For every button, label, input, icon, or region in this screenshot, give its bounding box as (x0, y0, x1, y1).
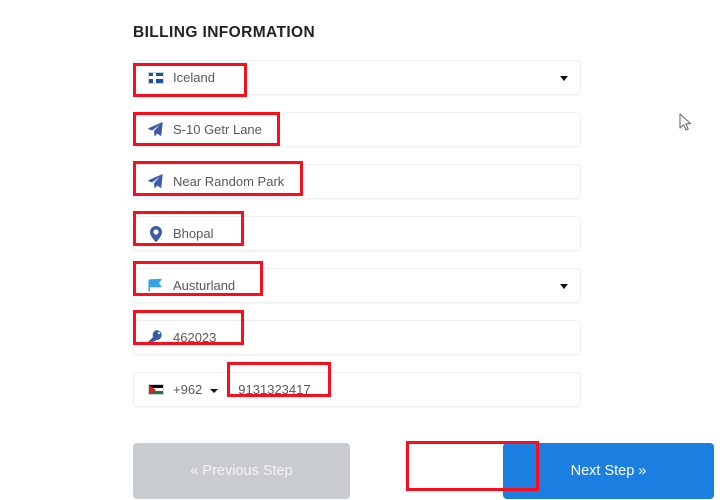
state-value: Austurland (173, 277, 236, 293)
phone-input-group[interactable]: +962 9131323417 (133, 372, 581, 407)
state-field-row: Austurland (133, 268, 581, 303)
previous-step-button[interactable]: « Previous Step (133, 443, 350, 499)
mouse-cursor (679, 113, 693, 138)
paper-plane-icon (147, 122, 164, 138)
chevron-down-icon[interactable] (210, 388, 219, 393)
city-input[interactable]: Bhopal (133, 216, 581, 251)
address-line1-value: S-10 Getr Lane (173, 121, 262, 137)
address-line1-input[interactable]: S-10 Getr Lane (133, 112, 581, 147)
zip-value: 462023 (173, 329, 217, 345)
step-navigation: « Previous Step Next Step » (133, 443, 714, 499)
zip-field-row: 462023 (133, 320, 581, 355)
jordan-flag-icon (147, 382, 164, 398)
next-step-button[interactable]: Next Step » (503, 443, 714, 499)
flag-icon (147, 278, 164, 294)
chevron-down-icon[interactable] (560, 283, 568, 289)
billing-information-page: BILLING INFORMATION Iceland S-10 Getr La… (0, 0, 726, 500)
map-pin-icon (147, 225, 164, 242)
country-value: Iceland (173, 69, 215, 85)
city-value: Bhopal (173, 225, 214, 241)
country-select[interactable]: Iceland (133, 60, 581, 95)
billing-form: BILLING INFORMATION Iceland S-10 Getr La… (133, 0, 714, 499)
phone-field-row: +962 9131323417 (133, 372, 581, 407)
iceland-flag-icon (147, 70, 164, 86)
chevron-down-icon[interactable] (560, 75, 568, 81)
zip-input[interactable]: 462023 (133, 320, 581, 355)
paper-plane-icon (147, 174, 164, 190)
address-line1-field-row: S-10 Getr Lane (133, 112, 581, 147)
address-line2-value: Near Random Park (173, 173, 285, 189)
state-select[interactable]: Austurland (133, 268, 581, 303)
address-line2-field-row: Near Random Park (133, 164, 581, 199)
country-field-row: Iceland (133, 60, 581, 95)
city-field-row: Bhopal (133, 216, 581, 251)
address-line2-input[interactable]: Near Random Park (133, 164, 581, 199)
key-icon (147, 330, 164, 346)
phone-country-code: +962 (173, 381, 203, 397)
phone-number-value: 9131323417 (238, 381, 311, 397)
page-title: BILLING INFORMATION (133, 24, 316, 41)
